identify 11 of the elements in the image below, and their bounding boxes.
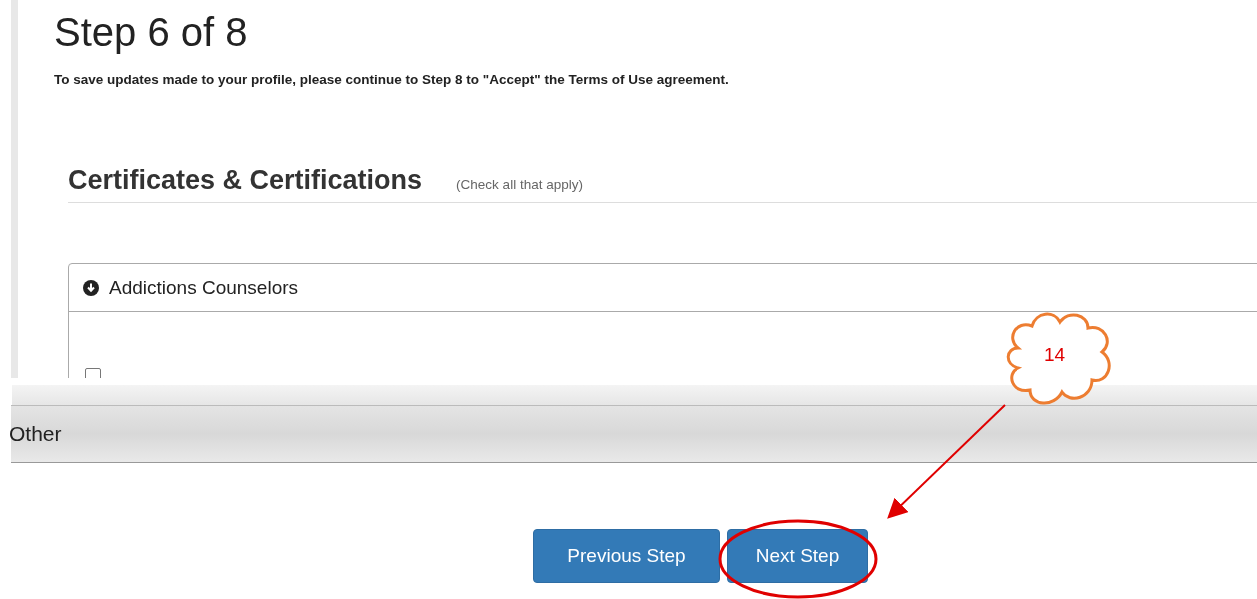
other-label: Other: [9, 422, 62, 446]
other-bar[interactable]: Other: [11, 405, 1257, 463]
section-hint: (Check all that apply): [456, 177, 583, 192]
notice-text: To save updates made to your profile, please continue to Step 8 to "Accept" the Terms of Use agreement.: [54, 72, 730, 87]
page-title: Step 6 of 8: [54, 9, 249, 56]
previous-step-button[interactable]: Previous Step: [533, 529, 720, 583]
section-title: Certificates & Certifications: [68, 165, 423, 196]
down-arrow-circle-icon[interactable]: [83, 279, 99, 296]
next-step-button[interactable]: Next Step: [727, 529, 868, 583]
callout-number: 14: [1044, 344, 1066, 366]
panel-title[interactable]: Addictions Counselors: [109, 276, 299, 299]
